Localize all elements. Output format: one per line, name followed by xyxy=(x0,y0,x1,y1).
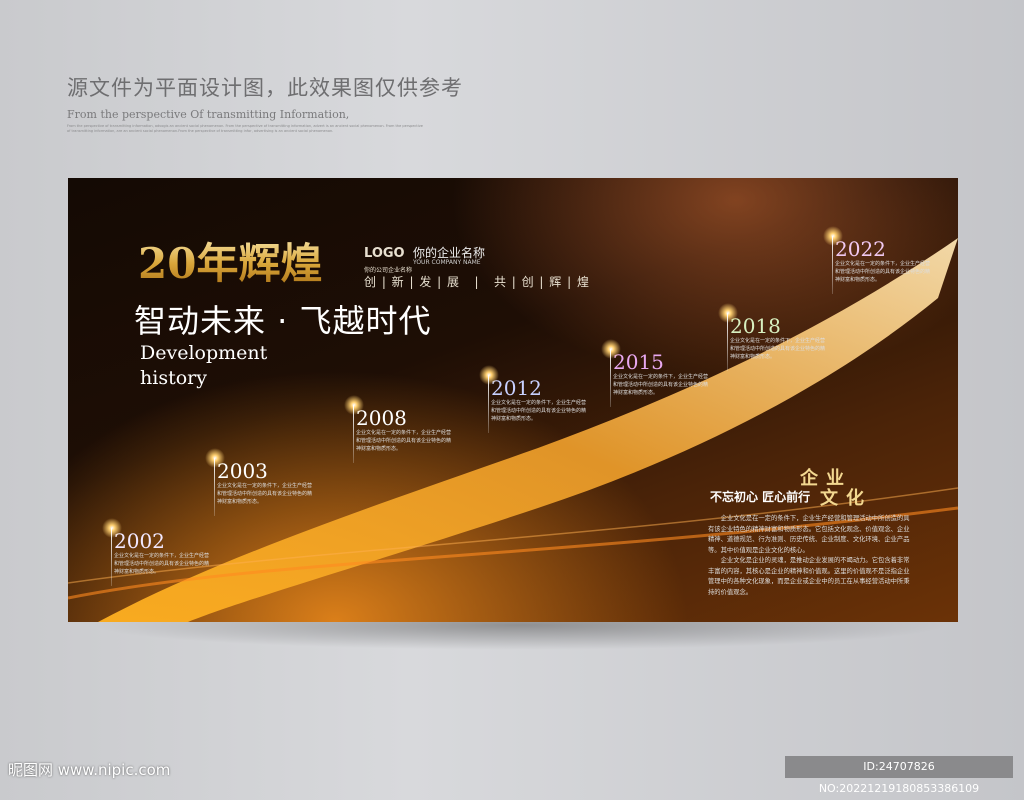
milestone-year: 2008 xyxy=(356,406,407,430)
culture-text: 企业文化是在一定的条件下，企业生产经营和管理活动中所创造的具有该企业特色的精神财… xyxy=(708,515,910,596)
sparkle-icon xyxy=(718,303,738,323)
sparkle-icon xyxy=(823,226,843,246)
milestone-line xyxy=(111,528,112,586)
sparkle-icon xyxy=(601,339,621,359)
sparkle-icon xyxy=(344,395,364,415)
nipic-watermark: 昵图网 www.nipic.com xyxy=(8,761,171,779)
milestone-line xyxy=(353,405,354,463)
milestone-year: 2012 xyxy=(491,376,542,400)
culture-title-2: 文化 xyxy=(820,488,872,509)
milestone-text: 企业文化是在一定的条件下，企业生产经营和管理活动中所创造的具有该企业特色的精神财… xyxy=(491,400,587,422)
milestone-year: 2018 xyxy=(730,314,781,338)
logo: LOGO 你的公司企业名称 xyxy=(364,246,413,274)
slogan: 创 | 新 | 发 | 展 | 共 | 创 | 辉 | 煌 xyxy=(364,275,590,289)
milestone-text: 企业文化是在一定的条件下，企业生产经营和管理活动中所创造的具有该企业特色的精神财… xyxy=(356,430,452,452)
sparkle-icon xyxy=(205,448,225,468)
sparkle-icon xyxy=(479,365,499,385)
milestone-2008: 2008 企业文化是在一定的条件下，企业生产经营和管理活动中所创造的具有该企业特色… xyxy=(344,395,452,463)
milestone-2015: 2015 企业文化是在一定的条件下，企业生产经营和管理活动中所创造的具有该企业特色… xyxy=(601,339,709,407)
milestone-text: 企业文化是在一定的条件下，企业生产经营和管理活动中所创造的具有该企业特色的精神财… xyxy=(613,374,709,396)
milestone-line xyxy=(488,375,489,433)
image-id: ID:24707826 NO:20221219180853386109 xyxy=(785,756,1013,795)
milestone-line xyxy=(832,236,833,294)
milestone-line xyxy=(727,313,728,371)
milestone-year: 2003 xyxy=(217,459,268,483)
development-history: Development history xyxy=(140,342,268,389)
header-subtitle: From the perspective Of transmitting Inf… xyxy=(67,108,350,121)
milestone-2002: 2002 企业文化是在一定的条件下，企业生产经营和管理活动中所创造的具有该企业特色… xyxy=(102,518,210,586)
milestone-year: 2015 xyxy=(613,350,664,374)
milestone-2018: 2018 企业文化是在一定的条件下，企业生产经营和管理活动中所创造的具有该企业特色… xyxy=(718,303,826,371)
poster-title: 20年辉煌 xyxy=(138,230,322,291)
milestone-text: 企业文化是在一定的条件下，企业生产经营和管理活动中所创造的具有该企业特色的精神财… xyxy=(217,483,313,505)
culture-motto: 不忘初心 匠心前行 xyxy=(710,490,811,504)
milestone-year: 2022 xyxy=(835,237,886,261)
company-name-en: YOUR COMPANY NAME xyxy=(413,259,481,266)
header-title: 源文件为平面设计图，此效果图仅供参考 xyxy=(67,76,463,100)
milestone-2003: 2003 企业文化是在一定的条件下，企业生产经营和管理活动中所创造的具有该企业特色… xyxy=(205,448,313,516)
milestone-line xyxy=(610,349,611,407)
poster: 20年辉煌 LOGO 你的公司企业名称 你的企业名称 YOUR COMPANY N… xyxy=(68,178,958,622)
milestone-year: 2002 xyxy=(114,529,165,553)
milestone-text: 企业文化是在一定的条件下，企业生产经营和管理活动中所创造的具有该企业特色的精神财… xyxy=(114,553,210,575)
milestone-line xyxy=(214,458,215,516)
milestone-2022: 2022 企业文化是在一定的条件下，企业生产经营和管理活动中所创造的具有该企业特色… xyxy=(823,226,931,294)
milestone-text: 企业文化是在一定的条件下，企业生产经营和管理活动中所创造的具有该企业特色的精神财… xyxy=(835,261,931,283)
milestone-2012: 2012 企业文化是在一定的条件下，企业生产经营和管理活动中所创造的具有该企业特色… xyxy=(479,365,587,433)
poster-subtitle: 智动未来 · 飞越时代 xyxy=(134,302,432,340)
header-fine-print: From the perspective of transmitting inf… xyxy=(67,124,423,133)
milestone-text: 企业文化是在一定的条件下，企业生产经营和管理活动中所创造的具有该企业特色的精神财… xyxy=(730,338,826,360)
sparkle-icon xyxy=(102,518,122,538)
